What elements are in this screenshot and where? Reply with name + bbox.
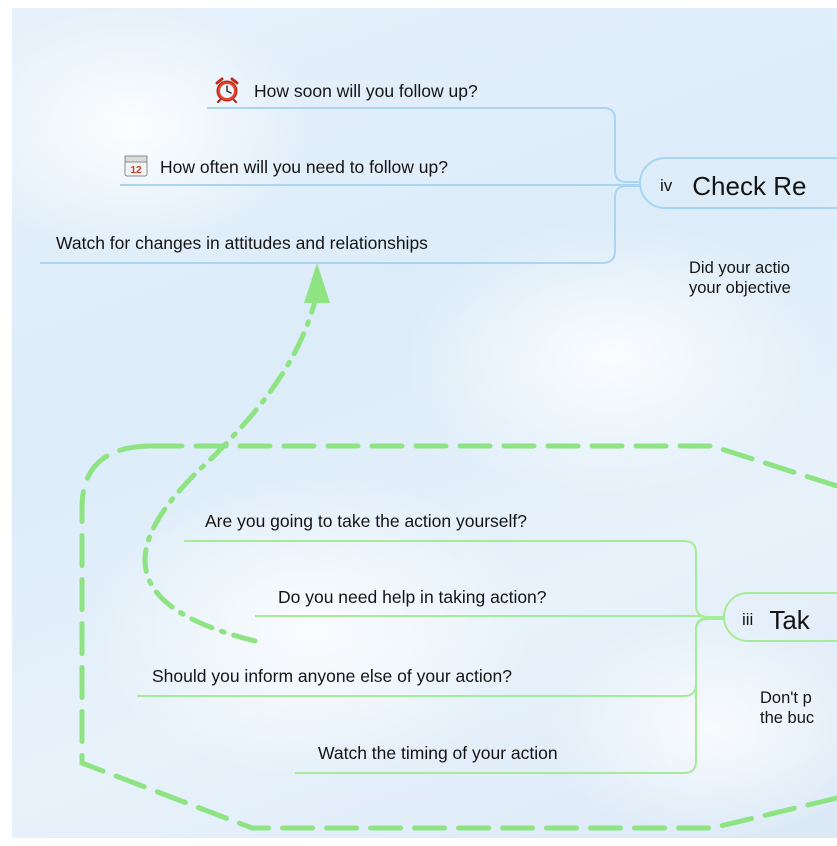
topic-number: iii — [742, 610, 754, 630]
subtopic-follow-up-frequency[interactable]: 12 How often will you need to follow up? — [124, 154, 448, 183]
note-line: your objective — [689, 279, 791, 297]
topic-note-iii: Don't p the buc — [760, 688, 814, 728]
subtopic-need-help[interactable]: Do you need help in taking action? — [278, 586, 547, 608]
topic-number: iv — [660, 176, 673, 196]
subtopic-label: Are you going to take the action yoursel… — [205, 511, 528, 531]
subtopic-label: How soon will you follow up? — [254, 81, 478, 102]
subtopic-watch-timing[interactable]: Watch the timing of your action — [318, 742, 558, 764]
subtopic-label: Do you need help in taking action? — [278, 587, 547, 607]
note-line: the buc — [760, 709, 815, 727]
subtopic-label: Watch for changes in attitudes and relat… — [56, 233, 428, 253]
main-topic-iv[interactable]: iv Check Re — [660, 168, 806, 202]
calendar-day-text: 12 — [130, 165, 142, 176]
branch-iii-connectors — [137, 540, 724, 774]
subtopic-take-action-yourself[interactable]: Are you going to take the action yoursel… — [205, 510, 527, 532]
subtopic-label: Should you inform anyone else of your ac… — [152, 666, 512, 686]
subtopic-label: How often will you need to follow up? — [160, 157, 448, 178]
subtopic-label: Watch the timing of your action — [318, 743, 558, 763]
topic-title: Check Re — [692, 171, 807, 202]
connector-layer — [40, 107, 837, 831]
alarm-clock-icon — [212, 77, 242, 108]
subtopic-follow-up-soon[interactable]: How soon will you follow up? — [212, 77, 478, 108]
relationship-arrowhead — [304, 263, 330, 303]
branch-boundary[interactable] — [79, 443, 837, 831]
subtopic-watch-changes[interactable]: Watch for changes in attitudes and relat… — [56, 232, 428, 254]
subtopic-inform-anyone[interactable]: Should you inform anyone else of your ac… — [152, 665, 512, 687]
mind-map-canvas: How soon will you follow up? 12 How ofte… — [12, 8, 837, 838]
calendar-icon: 12 — [124, 154, 148, 183]
note-line: Don't p — [760, 689, 812, 707]
topic-note-iv: Did your actio your objective — [689, 258, 791, 298]
note-line: Did your actio — [689, 259, 790, 277]
main-topic-iii[interactable]: iii Tak — [742, 602, 810, 636]
topic-title: Tak — [769, 605, 810, 636]
